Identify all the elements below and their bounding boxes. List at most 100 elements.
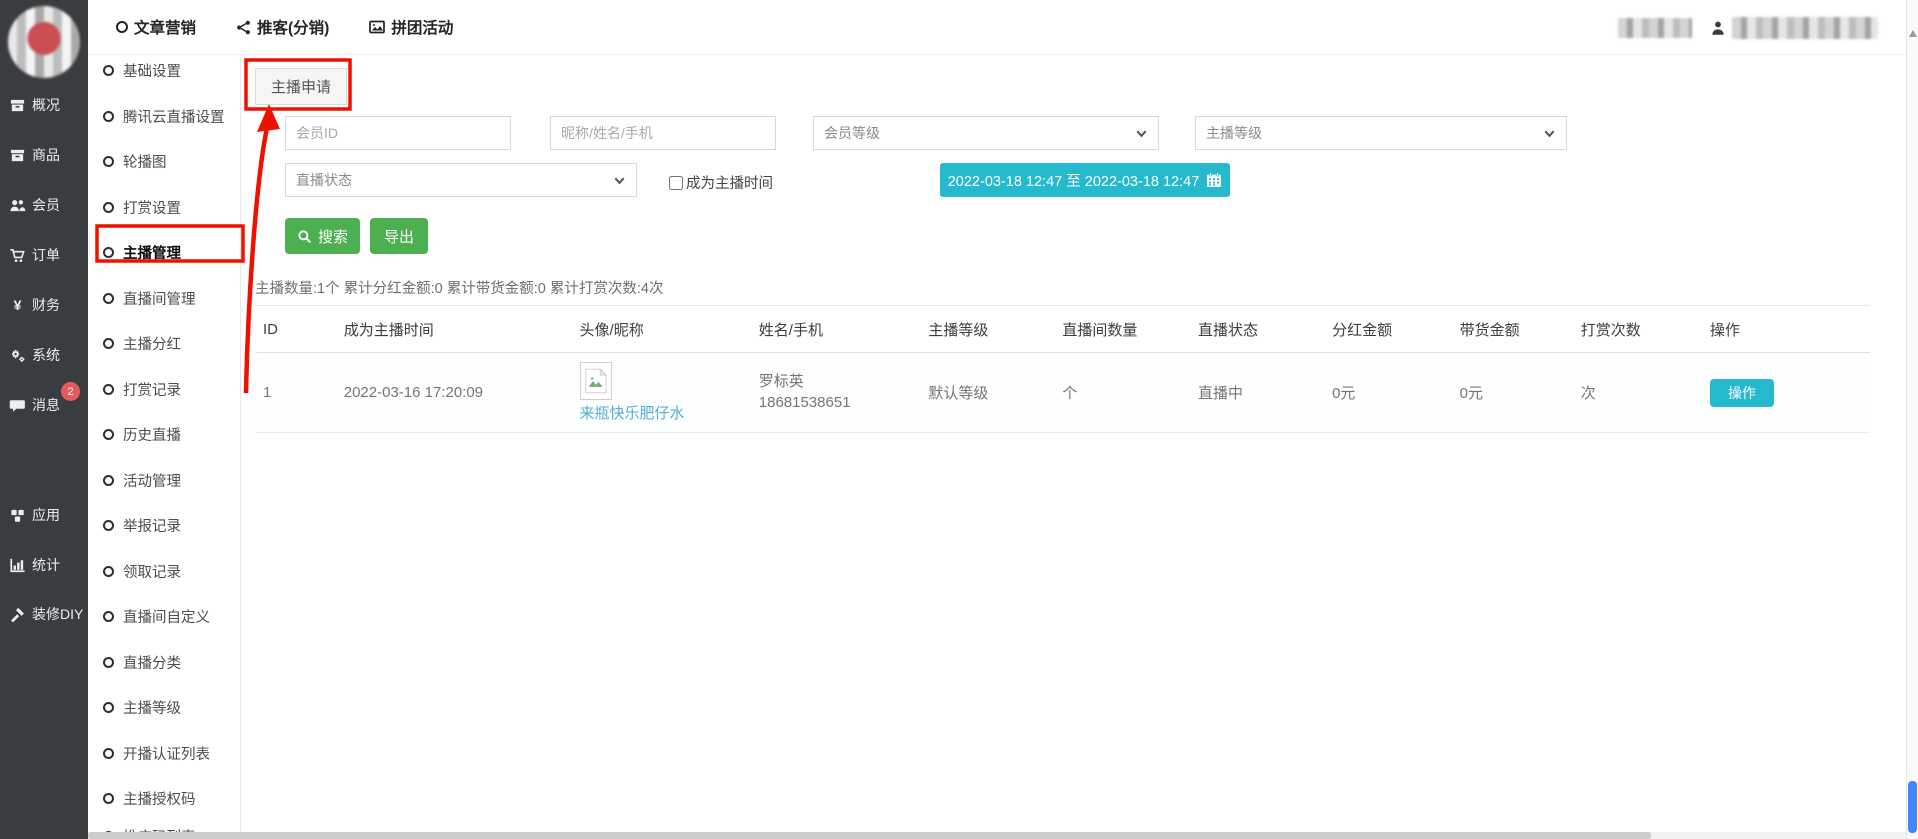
sidebar-item-goods[interactable]: 商品 [9,143,89,167]
sidebar-item-overview[interactable]: 概况 [9,93,89,117]
submenu-item-label: 直播分类 [123,652,181,673]
bullet-circle-icon [103,657,114,668]
submenu-item-anchor-level[interactable]: 主播等级 [103,695,181,719]
submenu-item-claim-records[interactable]: 领取记录 [103,559,181,583]
nickname-link[interactable]: 来瓶快乐肥仔水 [580,402,685,423]
gears-icon [9,347,26,364]
sidebar-item-label: 会员 [32,195,60,215]
submenu-item-report-records[interactable]: 举报记录 [103,513,181,537]
sidebar-item-label: 订单 [32,245,60,265]
submenu-item-label: 轮播图 [123,151,167,172]
anchor-level-select[interactable]: 主播等级 [1195,116,1567,150]
col-room-count: 直播间数量 [1054,306,1190,353]
sidebar-item-members[interactable]: 会员 [9,193,89,217]
submenu-item-live-room-management[interactable]: 直播间管理 [103,286,196,310]
sidebar-item-orders[interactable]: 订单 [9,243,89,267]
member-id-input[interactable] [285,116,511,150]
date-range-picker-button[interactable]: 2022-03-18 12:47 至 2022-03-18 12:47 [940,163,1230,197]
topmenu-item-group-buy[interactable]: 拼团活动 [369,16,453,38]
sidebar-item-statistics[interactable]: 统计 [9,553,89,577]
checkbox-input[interactable] [669,176,683,190]
vertical-scrollbar-thumb[interactable] [1908,781,1917,833]
horizontal-scrollbar[interactable] [88,832,1906,839]
table-row: 1 2022-03-16 17:20:09 来瓶快乐肥仔水 [255,353,1870,433]
submenu-item-label: 直播间管理 [123,288,196,309]
scroll-up-arrow-icon[interactable] [1909,30,1917,37]
select-value: 主播等级 [1206,123,1262,143]
become-anchor-time-checkbox[interactable]: 成为主播时间 [669,172,773,193]
tab-anchor-apply[interactable]: 主播申请 [255,68,347,105]
archive-icon [9,97,26,114]
sidebar-item-messages[interactable]: 消息 2 [9,393,89,417]
submenu-item-history-live[interactable]: 历史直播 [103,422,181,446]
submenu-item-reward-records[interactable]: 打赏记录 [103,377,181,401]
bullet-circle-icon [103,111,114,122]
sidebar-item-label: 概况 [32,95,60,115]
sidebar-item-apps[interactable]: 应用 [9,503,89,527]
export-button-label: 导出 [384,226,414,247]
sidebar-item-label: 财务 [32,295,60,315]
row-action-button[interactable]: 操作 [1710,379,1774,407]
submenu-item-promo-code-list[interactable]: 推广码列表 [103,824,196,832]
circle-icon [116,21,128,33]
shop-logo[interactable] [8,6,80,78]
submenu-item-tencent-live-settings[interactable]: 腾讯云直播设置 [103,104,225,128]
submenu-item-anchor-auth-code[interactable]: 主播授权码 [103,786,196,810]
cell-dividend-amount: 0元 [1324,353,1452,433]
cell-goods-amount: 0元 [1452,353,1573,433]
submenu-item-live-room-custom[interactable]: 直播间自定义 [103,604,210,628]
horizontal-scrollbar-thumb[interactable] [88,832,1651,839]
submenu-item-label: 主播授权码 [123,788,196,809]
topmenu-label: 推客(分销) [257,16,329,38]
nickname-name-phone-input[interactable] [550,116,776,150]
submenu-item-label: 主播分红 [123,333,181,354]
submenu-item-anchor-dividend[interactable]: 主播分红 [103,331,181,355]
col-anchor-level: 主播等级 [920,306,1054,353]
sidebar-item-label: 应用 [32,505,60,525]
submenu-item-basic-settings[interactable]: 基础设置 [103,58,181,82]
top-menu: 文章营销 推客(分销) 拼团活动 [88,16,453,38]
topmenu-label: 文章营销 [134,16,196,38]
topbar-right-area [1618,0,1878,55]
export-button[interactable]: 导出 [370,218,428,254]
vertical-scrollbar[interactable] [1906,0,1918,839]
select-value: 直播状态 [296,170,352,190]
col-actions: 操作 [1702,306,1870,353]
submenu-item-label: 主播等级 [123,697,181,718]
bullet-circle-icon [103,247,114,258]
submenu-item-anchor-management[interactable]: 主播管理 [103,240,181,264]
live-status-select[interactable]: 直播状态 [285,163,637,197]
bullet-circle-icon [103,384,114,395]
cell-reward-count: 次 [1573,353,1702,433]
submenu-item-label: 开播认证列表 [123,743,210,764]
submenu-item-carousel[interactable]: 轮播图 [103,149,167,173]
share-icon [236,20,251,35]
message-count-badge: 2 [61,382,80,401]
tab-label: 主播申请 [271,76,331,97]
chevron-down-icon [613,174,626,187]
submenu-item-activity-management[interactable]: 活动管理 [103,468,181,492]
phone-number: 18681538651 [759,393,921,413]
anchor-table: ID 成为主播时间 头像/昵称 姓名/手机 主播等级 直播间数量 直播状态 分红… [255,305,1870,433]
col-id: ID [255,306,336,353]
col-become-time: 成为主播时间 [336,306,572,353]
search-button[interactable]: 搜索 [285,218,360,254]
member-level-select[interactable]: 会员等级 [813,116,1159,150]
cell-room-count: 个 [1054,353,1190,433]
blurred-shop-name[interactable] [1618,18,1692,38]
topmenu-item-distribution[interactable]: 推客(分销) [236,16,329,38]
sidebar-item-system[interactable]: 系统 [9,343,89,367]
topmenu-item-article-marketing[interactable]: 文章营销 [116,16,196,38]
sidebar-item-finance[interactable]: ¥ 财务 [9,293,89,317]
col-name-phone: 姓名/手机 [751,306,921,353]
table-header-row: ID 成为主播时间 头像/昵称 姓名/手机 主播等级 直播间数量 直播状态 分红… [255,306,1870,353]
sidebar-item-decorate-diy[interactable]: 装修DIY [9,602,89,626]
bullet-circle-icon [103,156,114,167]
submenu-item-reward-settings[interactable]: 打赏设置 [103,195,181,219]
cell-become-time: 2022-03-16 17:20:09 [336,353,572,433]
user-account-menu[interactable] [1710,17,1878,39]
submenu-item-broadcast-cert-list[interactable]: 开播认证列表 [103,741,210,765]
submenu-item-live-category[interactable]: 直播分类 [103,650,181,674]
col-reward-count: 打赏次数 [1573,306,1702,353]
bullet-circle-icon [103,475,114,486]
